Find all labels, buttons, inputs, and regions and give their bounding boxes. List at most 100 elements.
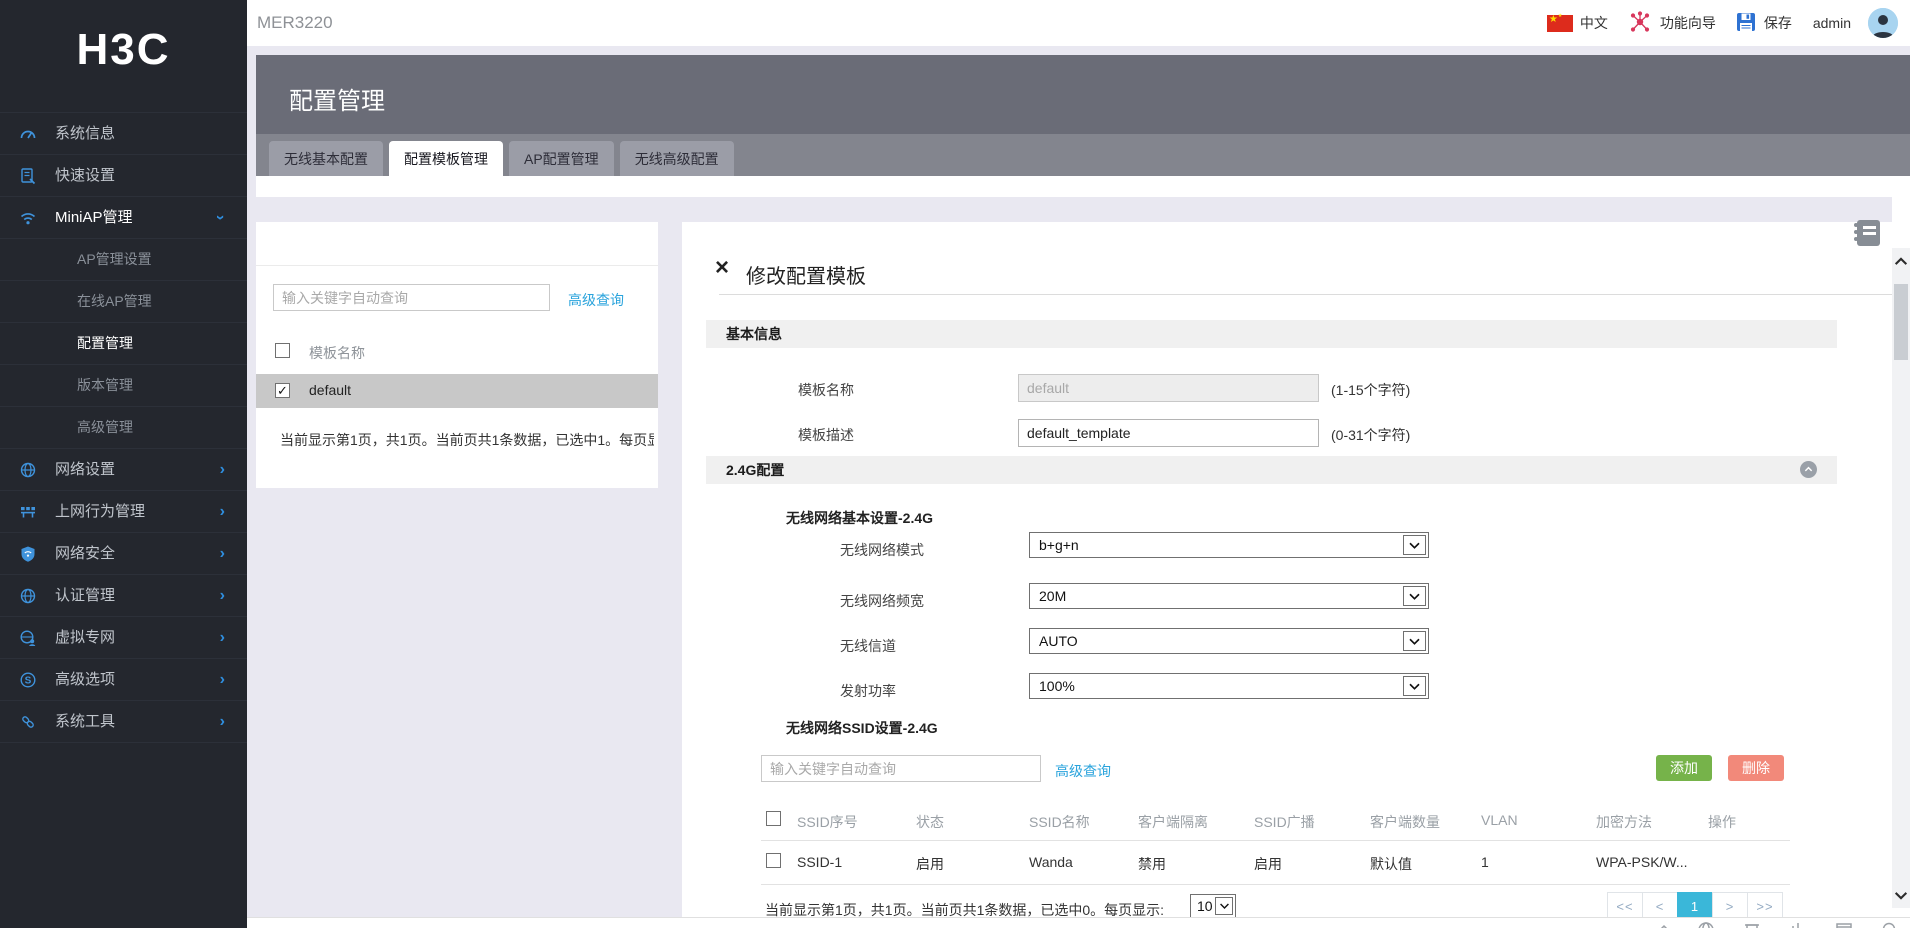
sidebar-item-label: 高级管理 — [77, 419, 133, 435]
wizard-molecule-icon — [1627, 9, 1653, 38]
title-divider — [719, 294, 1910, 295]
sidebar-item-online-ap-management[interactable]: 在线AP管理 — [0, 280, 247, 322]
col-actions: 操作 — [1708, 814, 1736, 830]
pen-icon[interactable] — [1650, 920, 1670, 928]
row-checkbox-checked[interactable]: ✓ — [275, 383, 290, 398]
select-all-checkbox[interactable] — [275, 343, 290, 358]
sidebar-item-network-security[interactable]: 网络安全 › — [0, 532, 247, 574]
topbar: MER3220 ★ ★ 中文 功能向导 保存 admin — [247, 0, 1910, 46]
bridge-table-icon — [19, 503, 37, 521]
col-vlan: VLAN — [1481, 812, 1518, 828]
section-title: 基本信息 — [726, 326, 782, 342]
sidebar-item-label: AP管理设置 — [77, 251, 152, 267]
sidebar-item-label: 系统工具 — [55, 713, 116, 730]
sidebar-item-ap-management-settings[interactable]: AP管理设置 — [0, 238, 247, 280]
chevron-right-icon: › — [219, 629, 225, 646]
magnifier-icon[interactable] — [1880, 920, 1900, 928]
col-ssid-name: SSID名称 — [1029, 814, 1090, 830]
template-name: default — [309, 382, 352, 398]
transmit-power-select[interactable]: 100% — [1029, 673, 1429, 699]
close-icon[interactable]: × — [715, 256, 729, 280]
sidebar-item-version-management[interactable]: 版本管理 — [0, 364, 247, 406]
save-button[interactable]: 保存 — [1735, 11, 1792, 36]
template-desc-field[interactable] — [1018, 419, 1319, 447]
col-ssid-broadcast: SSID广播 — [1254, 814, 1315, 830]
tab-wireless-advanced-config[interactable]: 无线高级配置 — [619, 141, 734, 176]
chevron-down-icon[interactable] — [1403, 631, 1426, 651]
sidebar-item-vpn[interactable]: 虚拟专网 › — [0, 616, 247, 658]
tab-label: 无线高级配置 — [634, 150, 719, 167]
sidebar-item-auth-management[interactable]: 认证管理 › — [0, 574, 247, 616]
wireless-channel-label: 无线信道 — [840, 638, 896, 654]
sidebar-item-label: 配置管理 — [77, 335, 133, 351]
window-icon[interactable] — [1834, 920, 1854, 928]
cell-client-count: 默认值 — [1370, 856, 1412, 872]
tab-wireless-basic-config[interactable]: 无线基本配置 — [269, 141, 383, 176]
col-client-isolation: 客户端隔离 — [1138, 814, 1208, 830]
tab-ap-config-management[interactable]: AP配置管理 — [509, 141, 614, 176]
sidebar-item-advanced-options[interactable]: S 高级选项 › — [0, 658, 247, 700]
chevron-down-icon[interactable] — [1403, 676, 1426, 696]
sidebar-item-miniap-management[interactable]: MiniAP管理 › — [0, 196, 247, 238]
chevron-down-icon[interactable] — [1403, 535, 1426, 555]
delete-button[interactable]: 删除 — [1728, 755, 1784, 781]
chart-icon[interactable] — [1788, 920, 1808, 928]
collapse-section-button[interactable] — [1800, 461, 1817, 478]
template-name-label: 模板名称 — [798, 382, 854, 398]
chevron-down-icon[interactable] — [1403, 586, 1426, 606]
band-24g-section-bar: 2.4G配置 — [706, 456, 1837, 484]
trash-icon[interactable] — [1742, 920, 1762, 928]
sidebar-item-advanced-management[interactable]: 高级管理 — [0, 406, 247, 448]
select-value: 100% — [1039, 678, 1075, 694]
globe-clock-icon[interactable] — [1696, 920, 1716, 928]
globe-icon — [19, 461, 37, 479]
document-wrench-icon — [19, 167, 37, 185]
chevron-down-icon[interactable] — [1215, 897, 1233, 915]
template-row-default[interactable]: ✓ default — [256, 374, 658, 408]
ssid-select-all-checkbox[interactable] — [766, 811, 781, 826]
language-label: 中文 — [1579, 15, 1608, 31]
template-name-field[interactable] — [1018, 374, 1319, 402]
template-search-input[interactable] — [273, 284, 550, 311]
scrollbar-thumb[interactable] — [1894, 284, 1908, 360]
sidebar-item-system-info[interactable]: 系统信息 — [0, 112, 247, 154]
scroll-down-icon[interactable] — [1892, 882, 1910, 908]
chevron-right-icon: › — [219, 503, 225, 520]
wireless-channel-select[interactable]: AUTO — [1029, 628, 1429, 654]
ssid-search-input[interactable] — [761, 755, 1041, 782]
ssid-row-checkbox[interactable] — [766, 853, 781, 868]
select-value: 20M — [1039, 588, 1067, 604]
sidebar-item-config-management[interactable]: 配置管理 — [0, 322, 247, 364]
col-encryption: 加密方法 — [1596, 814, 1652, 830]
gauge-icon — [19, 125, 37, 143]
scrollbar-track[interactable] — [1892, 248, 1910, 908]
col-status: 状态 — [916, 814, 944, 830]
sidebar-item-network-settings[interactable]: 网络设置 › — [0, 448, 247, 490]
language-switch[interactable]: ★ ★ 中文 — [1546, 13, 1608, 33]
chain-link-icon — [19, 713, 37, 731]
notebook-panel-icon[interactable] — [1853, 219, 1880, 251]
avatar[interactable] — [1868, 8, 1898, 38]
cell-ssid-broadcast: 启用 — [1254, 856, 1282, 872]
wireless-basic-subtitle: 无线网络基本设置-2.4G — [786, 510, 934, 526]
add-button[interactable]: 添加 — [1656, 755, 1712, 781]
s-badge-icon: S — [19, 671, 37, 689]
template-advanced-query-link[interactable]: 高级查询 — [568, 290, 624, 310]
scroll-up-icon[interactable] — [1892, 248, 1910, 274]
wireless-mode-select[interactable]: b+g+n — [1029, 532, 1429, 558]
tab-config-template-management[interactable]: 配置模板管理 — [389, 141, 503, 176]
per-page-select[interactable]: 10 — [1190, 894, 1236, 918]
sidebar-item-behavior-management[interactable]: 上网行为管理 › — [0, 490, 247, 532]
sidebar-item-label: 网络设置 — [55, 461, 116, 478]
wireless-bandwidth-select[interactable]: 20M — [1029, 583, 1429, 609]
tab-label: AP配置管理 — [524, 150, 599, 167]
ssid-advanced-query-link[interactable]: 高级查询 — [1055, 761, 1111, 781]
topbar-actions: ★ ★ 中文 功能向导 保存 admin — [1546, 8, 1898, 38]
bottom-toolbar — [247, 917, 1910, 928]
wizard-button[interactable]: 功能向导 — [1627, 9, 1716, 38]
sidebar-item-quick-setup[interactable]: 快速设置 — [0, 154, 247, 196]
transmit-power-label: 发射功率 — [840, 683, 896, 699]
wireless-mode-label: 无线网络模式 — [840, 542, 924, 558]
wireless-bandwidth-label: 无线网络频宽 — [840, 593, 924, 609]
sidebar-item-system-tools[interactable]: 系统工具 › — [0, 700, 247, 743]
